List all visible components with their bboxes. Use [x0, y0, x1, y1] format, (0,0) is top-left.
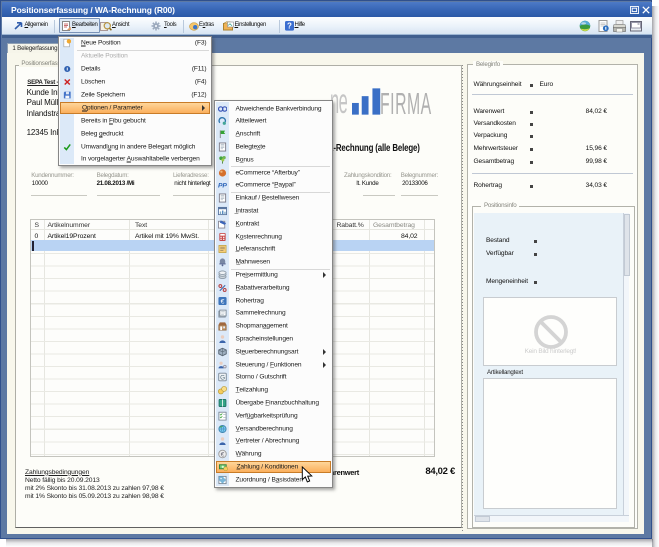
svg-text:?: ?	[287, 22, 292, 31]
svg-text:€: €	[221, 298, 225, 305]
svg-text:G: G	[220, 375, 225, 382]
svg-text:€: €	[221, 452, 225, 459]
svg-text:PP: PP	[218, 183, 227, 190]
